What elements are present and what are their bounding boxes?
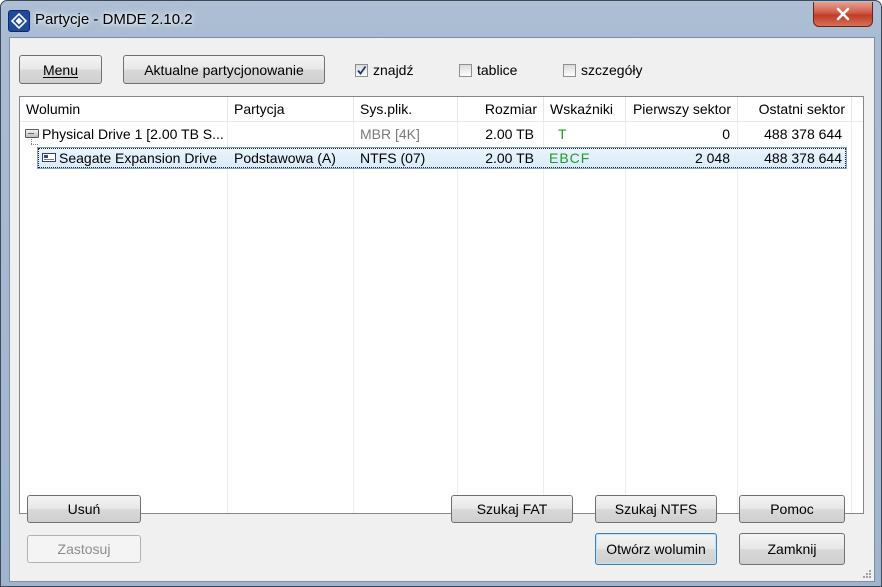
dmde-app-icon: [8, 10, 30, 32]
row-size: 2.00 TB: [485, 150, 534, 166]
column-header-size[interactable]: Rozmiar: [458, 97, 544, 121]
close-button-label: Zamknij: [767, 541, 817, 557]
column-divider: [227, 121, 228, 513]
find-checkbox-box[interactable]: [355, 63, 368, 77]
open-volume-button[interactable]: Otwórz wolumin: [595, 533, 717, 565]
find-checkbox[interactable]: znajdź: [355, 62, 413, 78]
details-checkbox[interactable]: szczegóły: [563, 62, 642, 78]
column-divider: [737, 121, 738, 513]
tables-checkbox[interactable]: tablice: [459, 62, 517, 78]
column-divider: [543, 121, 544, 513]
row-volume: Seagate Expansion Drive: [59, 150, 217, 166]
apply-button-label: Zastosuj: [57, 541, 111, 557]
window-title: Partycje - DMDE 2.10.2: [35, 11, 193, 28]
row-partition: Podstawowa (A): [234, 150, 336, 166]
tables-checkbox-label: tablice: [477, 62, 518, 78]
row-volume: Physical Drive 1 [2.00 TB S...: [42, 126, 224, 142]
dialog-window: Partycje - DMDE 2.10.2 Menu Aktualne par…: [0, 0, 882, 587]
window-close-button[interactable]: [813, 2, 873, 27]
drive-icon: [25, 129, 39, 138]
column-divider: [353, 121, 354, 513]
column-header-flags[interactable]: Wskaźniki: [544, 97, 626, 121]
delete-button[interactable]: Usuń: [27, 495, 141, 523]
column-divider: [625, 121, 626, 513]
delete-button-label: Usuń: [67, 501, 101, 517]
column-divider: [457, 121, 458, 513]
volume-icon: [42, 153, 56, 162]
column-header-volume[interactable]: Wolumin: [20, 97, 228, 121]
table-row-selected[interactable]: Seagate Expansion Drive Podstawowa (A) N…: [20, 146, 863, 170]
row-partition: [234, 122, 350, 146]
checkmark-icon: [357, 65, 367, 75]
column-header-last-sector[interactable]: Ostatni sektor: [738, 97, 852, 121]
table-row[interactable]: Physical Drive 1 [2.00 TB S... MBR [4K] …: [20, 122, 863, 146]
column-header-filesystem[interactable]: Sys.plik.: [354, 97, 458, 121]
help-button-label: Pomoc: [770, 501, 814, 517]
details-checkbox-label: szczegóły: [581, 62, 643, 78]
open-volume-button-label: Otwórz wolumin: [606, 541, 706, 557]
row-size: 2.00 TB: [485, 126, 534, 142]
row-filesystem: MBR [4K]: [360, 126, 420, 142]
menu-button-label: Menu: [42, 61, 79, 78]
menu-button[interactable]: Menu: [19, 55, 102, 84]
partitions-list[interactable]: Wolumin Partycja Sys.plik. Rozmiar Wskaź…: [19, 96, 864, 514]
resize-grip-icon[interactable]: [860, 567, 872, 579]
close-icon: [836, 7, 850, 21]
apply-button[interactable]: Zastosuj: [27, 535, 141, 563]
column-divider: [851, 121, 852, 513]
help-button[interactable]: Pomoc: [739, 495, 845, 523]
row-last-sector: 488 378 644: [764, 150, 842, 166]
column-header-partition[interactable]: Partycja: [228, 97, 354, 121]
find-checkbox-label: znajdź: [373, 62, 414, 78]
row-flags: EBCF: [549, 150, 591, 166]
search-ntfs-button[interactable]: Szukaj NTFS: [595, 495, 717, 523]
row-last-sector: 488 378 644: [764, 126, 842, 142]
row-flags: T: [558, 126, 568, 142]
tables-checkbox-box[interactable]: [459, 63, 472, 77]
title-bar[interactable]: Partycje - DMDE 2.10.2: [1, 1, 881, 37]
search-fat-button[interactable]: Szukaj FAT: [451, 495, 573, 523]
row-first-sector: 2 048: [694, 150, 730, 166]
current-partitioning-button[interactable]: Aktualne partycjonowanie: [123, 55, 325, 84]
row-filesystem: NTFS (07): [360, 150, 426, 166]
details-checkbox-box[interactable]: [563, 63, 576, 77]
column-header-first-sector[interactable]: Pierwszy sektor: [626, 97, 738, 121]
dialog-client-area: Menu Aktualne partycjonowanie znajdź tab…: [9, 37, 875, 582]
search-fat-button-label: Szukaj FAT: [476, 501, 548, 517]
search-ntfs-button-label: Szukaj NTFS: [614, 501, 698, 517]
close-button[interactable]: Zamknij: [739, 533, 845, 565]
row-first-sector: 0: [722, 126, 730, 142]
